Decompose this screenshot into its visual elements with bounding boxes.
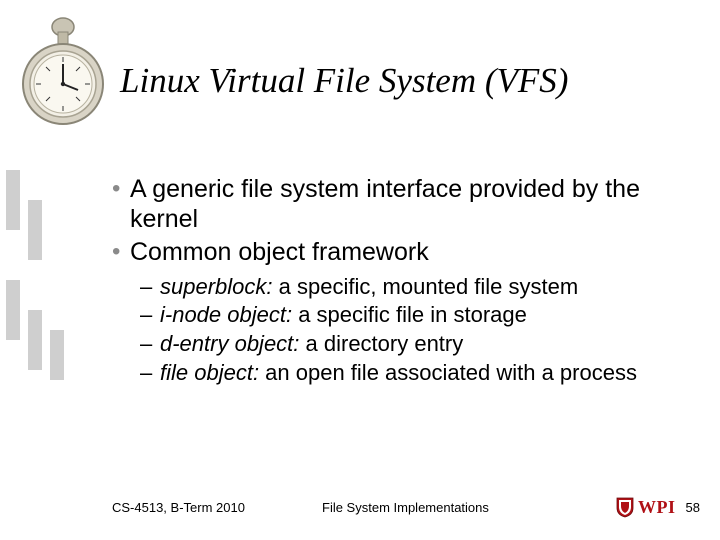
dash-icon: – (140, 360, 160, 386)
dash-icon: – (140, 331, 160, 357)
sub-bullet-list: – superblock: a specific, mounted file s… (140, 274, 690, 387)
page-number: 58 (686, 500, 700, 515)
footer-title: File System Implementations (322, 500, 570, 515)
sub-bullet-text: i-node object: a specific file in storag… (160, 302, 690, 328)
decorative-bars (0, 160, 70, 380)
dash-icon: – (140, 274, 160, 300)
bullet-text: Common object framework (130, 238, 690, 268)
shield-icon (616, 496, 634, 518)
bullet-dot-icon: • (112, 238, 130, 268)
wpi-logo-text: WPI (638, 497, 676, 518)
bullet-item: • Common object framework (112, 238, 690, 268)
sub-bullet-item: – d-entry object: a directory entry (140, 331, 690, 357)
pocket-watch-icon (18, 12, 108, 132)
sub-bullet-text: file object: an open file associated wit… (160, 360, 690, 386)
slide-body: • A generic file system interface provid… (112, 175, 690, 389)
sub-bullet-text: superblock: a specific, mounted file sys… (160, 274, 690, 300)
sub-bullet-item: – superblock: a specific, mounted file s… (140, 274, 690, 300)
sub-bullet-text: d-entry object: a directory entry (160, 331, 690, 357)
sub-bullet-item: – i-node object: a specific file in stor… (140, 302, 690, 328)
slide-title: Linux Virtual File System (VFS) (120, 62, 700, 101)
footer-course: CS-4513, B-Term 2010 (112, 500, 322, 515)
bullet-item: • A generic file system interface provid… (112, 175, 690, 234)
bullet-text: A generic file system interface provided… (130, 175, 690, 234)
slide-footer: CS-4513, B-Term 2010 File System Impleme… (112, 496, 700, 518)
wpi-logo: WPI (616, 496, 676, 518)
sub-bullet-item: – file object: an open file associated w… (140, 360, 690, 386)
dash-icon: – (140, 302, 160, 328)
bullet-dot-icon: • (112, 175, 130, 234)
